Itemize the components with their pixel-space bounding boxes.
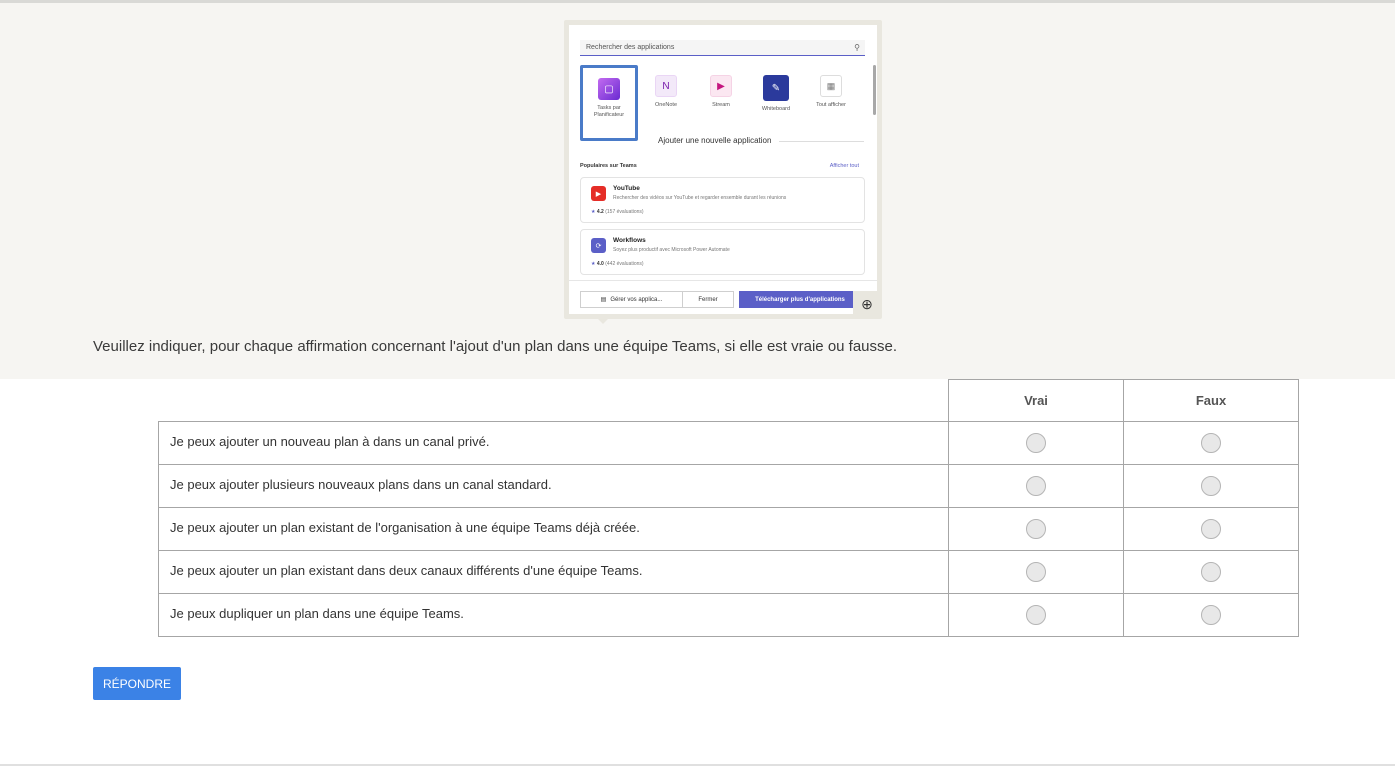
add-new-app-heading: Ajouter une nouvelle application <box>658 136 772 145</box>
star-icon: ★ <box>591 209 596 215</box>
app-tile-planner: ▢ Tasks par Planificateur <box>580 65 638 141</box>
manage-apps-button: ▤ Gérer vos applica... <box>580 291 683 308</box>
statement-text: Je peux dupliquer un plan dans une équip… <box>158 593 949 637</box>
popular-app-rating: ★ 4.2 (157 évaluations) <box>591 209 644 215</box>
radio-faux[interactable] <box>1201 475 1221 496</box>
app-search-input: Rechercher des applications ⚲ <box>580 40 865 56</box>
popular-app-description: Soyez plus productif avec Microsoft Powe… <box>613 247 730 253</box>
option-cell <box>948 593 1124 637</box>
radio-faux[interactable] <box>1201 518 1221 539</box>
table-row: Je peux ajouter plusieurs nouveaux plans… <box>158 464 1299 508</box>
app-tile-stream: ▶ Stream <box>692 65 750 141</box>
app-tile-label: Tout afficher <box>816 102 846 108</box>
question-image: Rechercher des applications ⚲ ▢ Tasks pa… <box>569 25 877 314</box>
onenote-icon: N <box>655 75 677 97</box>
option-cell <box>1123 593 1299 637</box>
option-cell <box>1123 550 1299 594</box>
statement-text: Je peux ajouter plusieurs nouveaux plans… <box>158 464 949 508</box>
popular-app-rating: ★ 4.0 (442 évaluations) <box>591 261 644 267</box>
table-row: Je peux ajouter un plan existant de l'or… <box>158 507 1299 551</box>
popular-app-name: YouTube <box>613 185 640 192</box>
answer-matrix: Vrai Faux Je peux ajouter un nouveau pla… <box>158 379 1299 637</box>
star-icon: ★ <box>591 261 596 267</box>
option-cell <box>948 421 1124 465</box>
stream-icon: ▶ <box>710 75 732 97</box>
manage-icon: ▤ <box>600 297 607 303</box>
statement-text: Je peux ajouter un plan existant dans de… <box>158 550 949 594</box>
option-cell <box>1123 464 1299 508</box>
download-apps-button: Télécharger plus d'applications <box>739 291 861 308</box>
radio-faux[interactable] <box>1201 561 1221 582</box>
column-header-faux: Faux <box>1123 379 1299 422</box>
option-cell <box>1123 421 1299 465</box>
radio-vrai[interactable] <box>1026 604 1046 625</box>
submit-answer-button[interactable]: RÉPONDRE <box>93 667 181 700</box>
statement-text: Je peux ajouter un plan existant de l'or… <box>158 507 949 551</box>
grid-icon: ▦ <box>820 75 842 97</box>
app-search-placeholder: Rechercher des applications <box>586 44 675 51</box>
app-tile-whiteboard: ✎ Whiteboard <box>747 65 805 141</box>
planner-icon: ▢ <box>598 78 620 100</box>
column-header-vrai: Vrai <box>948 379 1124 422</box>
popular-app-name: Workflows <box>613 237 646 244</box>
option-cell <box>1123 507 1299 551</box>
radio-faux[interactable] <box>1201 604 1221 625</box>
app-tile-label: Tasks par Planificateur <box>593 105 625 118</box>
image-pointer <box>597 318 609 324</box>
table-row: Je peux ajouter un nouveau plan à dans u… <box>158 421 1299 465</box>
radio-vrai[interactable] <box>1026 475 1046 496</box>
matrix-header-row: Vrai Faux <box>158 379 1299 422</box>
radio-faux[interactable] <box>1201 432 1221 453</box>
option-cell <box>948 507 1124 551</box>
divider <box>779 141 864 142</box>
popular-app-description: Rechercher des vidéos sur YouTube et reg… <box>613 195 787 201</box>
divider <box>569 280 877 281</box>
image-scrollbar <box>873 65 876 115</box>
matrix-corner <box>158 379 949 422</box>
popular-show-all-link: Afficher tout <box>829 163 859 169</box>
radio-vrai[interactable] <box>1026 518 1046 539</box>
close-button: Fermer <box>682 291 734 308</box>
popular-heading: Populaires sur Teams <box>580 163 637 169</box>
workflows-icon: ⟳ <box>591 238 606 253</box>
app-tile-label: Whiteboard <box>761 106 791 112</box>
popular-app-card-youtube: ▶ YouTube Rechercher des vidéos sur YouT… <box>580 177 865 223</box>
statement-text: Je peux ajouter un nouveau plan à dans u… <box>158 421 949 465</box>
radio-vrai[interactable] <box>1026 561 1046 582</box>
radio-vrai[interactable] <box>1026 432 1046 453</box>
table-row: Je peux dupliquer un plan dans une équip… <box>158 593 1299 637</box>
zoom-in-icon[interactable]: ⊕ <box>853 291 881 317</box>
whiteboard-icon: ✎ <box>763 75 789 101</box>
app-tile-label: Stream <box>712 102 730 108</box>
popular-app-card-workflows: ⟳ Workflows Soyez plus productif avec Mi… <box>580 229 865 275</box>
app-tile-show-all: ▦ Tout afficher <box>802 65 860 141</box>
youtube-icon: ▶ <box>591 186 606 201</box>
table-row: Je peux ajouter un plan existant dans de… <box>158 550 1299 594</box>
apps-row: ▢ Tasks par Planificateur N OneNote ▶ St… <box>580 65 870 143</box>
question-text: Veuillez indiquer, pour chaque affirmati… <box>93 338 898 355</box>
option-cell <box>948 550 1124 594</box>
option-cell <box>948 464 1124 508</box>
search-icon: ⚲ <box>854 43 860 52</box>
app-tile-label: OneNote <box>654 102 677 108</box>
app-tile-onenote: N OneNote <box>637 65 695 141</box>
